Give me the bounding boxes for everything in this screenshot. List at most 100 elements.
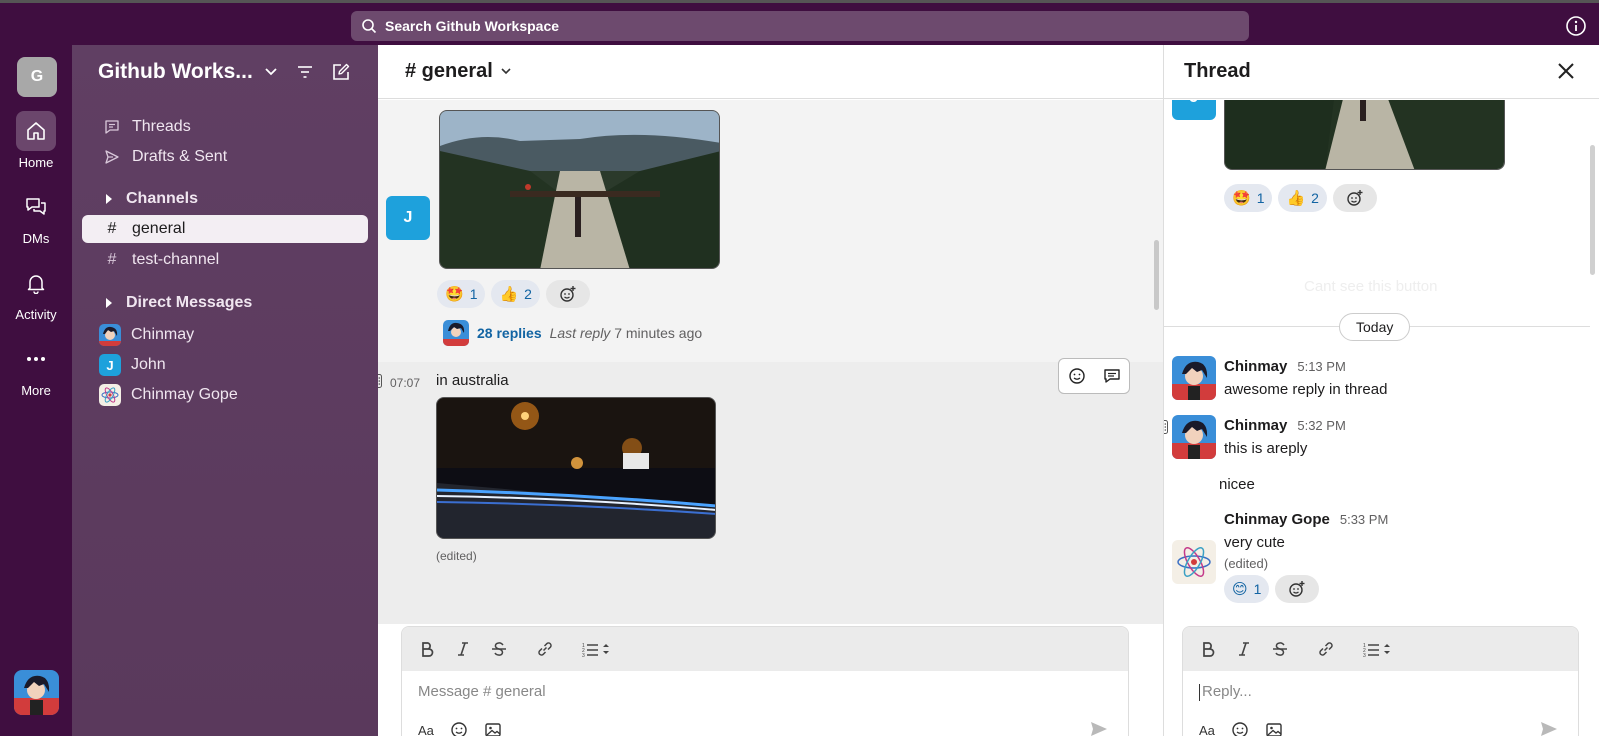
add-reaction-button[interactable] — [1275, 575, 1320, 603]
image-upload-icon[interactable] — [1265, 721, 1283, 736]
sidebar-item-dm-chinmay-gope[interactable]: Chinmay Gope — [82, 381, 368, 409]
reply-author[interactable]: Chinmay — [1224, 358, 1287, 375]
atom-icon — [99, 384, 121, 406]
ordered-list-icon[interactable]: 123 — [582, 640, 612, 658]
workspace-name-button[interactable]: Github Works... — [98, 60, 277, 84]
reply-followup-text: nicee — [1219, 476, 1255, 493]
reply-text: awesome reply in thread — [1224, 381, 1388, 398]
caret-right-icon — [106, 298, 112, 308]
italic-icon[interactable] — [1235, 640, 1253, 658]
rail-dms-label: DMs — [22, 231, 50, 246]
sidebar-item-general[interactable]: # general — [82, 215, 368, 243]
emoji-icon[interactable] — [450, 721, 468, 736]
drag-handle-icon[interactable] — [378, 374, 382, 390]
channels-section-toggle[interactable]: Channels — [102, 190, 198, 208]
sidebar-item-dm-john[interactable]: J John — [82, 351, 368, 379]
reaction-star-struck[interactable]: 🤩 1 — [437, 280, 486, 308]
send-icon[interactable] — [1090, 721, 1108, 736]
reaction-thumbs-up[interactable]: 👍 2 — [491, 280, 540, 308]
hidden-button[interactable]: Cant see this button — [1304, 278, 1437, 295]
atom-icon[interactable] — [1172, 540, 1216, 584]
emoji-icon[interactable] — [1231, 721, 1249, 736]
replies-count[interactable]: 28 replies — [477, 325, 542, 341]
reaction-thumbs-up[interactable]: 👍 2 — [1278, 184, 1327, 212]
sidebar-item-test-channel[interactable]: # test-channel — [82, 246, 368, 274]
compose-icon[interactable] — [332, 63, 350, 81]
rail-more[interactable]: More — [0, 339, 72, 398]
link-icon[interactable] — [1317, 640, 1335, 658]
reply-reactions: 😊 1 — [1224, 575, 1320, 603]
reply-input[interactable]: Reply... — [1199, 683, 1252, 701]
threads-icon — [102, 119, 122, 135]
reply-text: this is areply — [1224, 440, 1308, 457]
text-format-button[interactable]: Aa — [418, 723, 434, 736]
italic-icon[interactable] — [454, 640, 472, 658]
send-icon[interactable] — [1540, 721, 1558, 736]
search-bar[interactable]: Search Github Workspace — [351, 11, 1249, 41]
workspace-name: Github Works... — [98, 60, 253, 83]
thread-parent-image[interactable] — [1224, 100, 1505, 170]
message-composer: 123 Message # general Aa — [401, 626, 1129, 736]
caret-right-icon — [106, 194, 112, 204]
message-list-scrollbar[interactable] — [1154, 240, 1159, 310]
strikethrough-icon[interactable] — [490, 640, 508, 658]
bold-icon[interactable] — [1199, 640, 1217, 658]
format-toolbar: 123 — [1183, 627, 1578, 671]
avatar[interactable]: J — [1172, 100, 1216, 120]
rail-dms[interactable]: DMs — [0, 187, 72, 246]
close-icon[interactable] — [1557, 62, 1575, 80]
chevron-down-icon — [265, 68, 277, 76]
drag-handle-icon[interactable] — [1164, 420, 1168, 436]
add-reaction-button[interactable] — [545, 280, 590, 308]
user-avatar[interactable] — [14, 670, 59, 715]
text-format-button[interactable]: Aa — [1199, 723, 1215, 736]
edited-label: (edited) — [1224, 556, 1269, 571]
bold-icon[interactable] — [418, 640, 436, 658]
add-reaction-button[interactable] — [1332, 184, 1377, 212]
reaction-star-struck[interactable]: 🤩 1 — [1224, 184, 1273, 212]
rail-activity[interactable]: Activity — [0, 263, 72, 322]
message-time: 07:07 — [390, 376, 421, 390]
thread-scrollbar[interactable] — [1590, 145, 1595, 275]
avatar[interactable] — [1172, 356, 1216, 400]
info-icon[interactable] — [1565, 15, 1587, 37]
avatar[interactable]: J — [386, 196, 430, 240]
star-struck-emoji-icon: 🤩 — [1232, 189, 1251, 207]
message-image-river[interactable] — [439, 110, 720, 269]
channel-header: # general — [378, 45, 1163, 99]
message-text: in australia — [436, 372, 509, 389]
thread-replies-link[interactable]: 28 replies Last reply 7 minutes ago — [443, 320, 702, 346]
strikethrough-icon[interactable] — [1271, 640, 1289, 658]
sidebar-item-label: test-channel — [132, 251, 220, 268]
composer-actions: Aa — [1199, 721, 1283, 736]
reaction-count: 1 — [469, 286, 478, 302]
reply-in-thread-icon[interactable] — [1103, 367, 1121, 385]
reply-time: 5:33 PM — [1339, 512, 1389, 527]
date-divider-label[interactable]: Today — [1339, 313, 1411, 341]
filter-icon[interactable] — [296, 63, 314, 81]
sidebar-item-threads[interactable]: Threads — [82, 113, 368, 141]
message-reactions: 🤩 1 👍 2 — [437, 280, 590, 308]
sidebar-item-dm-chinmay[interactable]: Chinmay — [82, 321, 368, 349]
rail-home[interactable]: Home — [0, 111, 72, 170]
avatar[interactable] — [1172, 415, 1216, 459]
link-icon[interactable] — [536, 640, 554, 658]
rail-home-label: Home — [18, 155, 54, 170]
emoji-react-icon[interactable] — [1068, 367, 1086, 385]
chevron-down-icon[interactable] — [501, 68, 511, 75]
sidebar-item-drafts[interactable]: Drafts & Sent — [82, 143, 368, 171]
workspace-avatar[interactable]: G — [17, 57, 57, 97]
reply-author[interactable]: Chinmay Gope — [1224, 511, 1330, 528]
reaction-smile[interactable]: 😊 1 — [1224, 575, 1270, 603]
sidebar-tools — [296, 63, 350, 81]
image-upload-icon[interactable] — [484, 721, 502, 736]
message-input[interactable]: Message # general — [418, 683, 546, 700]
rail-more-label: More — [21, 383, 51, 398]
channel-title[interactable]: # general — [405, 60, 493, 83]
dms-section-toggle[interactable]: Direct Messages — [102, 294, 252, 312]
ordered-list-icon[interactable]: 123 — [1363, 640, 1393, 658]
reply-author[interactable]: Chinmay — [1224, 417, 1287, 434]
message-hover-actions — [1058, 358, 1130, 394]
thread-parent-reactions: 🤩 1 👍 2 — [1224, 184, 1377, 212]
message-image-night-road[interactable] — [436, 397, 716, 539]
